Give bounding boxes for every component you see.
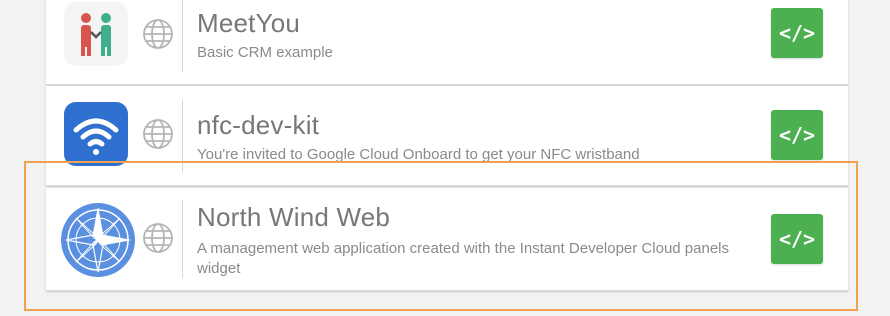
code-button[interactable]: </> (771, 214, 823, 264)
app-description: You're invited to Google Cloud Onboard t… (197, 145, 757, 165)
code-button[interactable]: </> (771, 110, 823, 160)
app-title[interactable]: MeetYou (197, 8, 300, 39)
app-description: Basic CRM example (197, 43, 757, 63)
app-title[interactable]: North Wind Web (197, 202, 390, 233)
app-card-nfc-dev-kit[interactable]: nfc-dev-kit You're invited to Google Clo… (46, 86, 848, 186)
globe-icon[interactable] (142, 118, 174, 150)
compass-rose-icon (60, 202, 136, 278)
globe-icon[interactable] (142, 18, 174, 50)
code-button[interactable]: </> (771, 8, 823, 58)
app-card-north-wind-web[interactable]: North Wind Web A management web applicat… (46, 188, 848, 291)
app-description: A management web application created wit… (197, 239, 757, 279)
app-card-meetyou[interactable]: MeetYou Basic CRM example </> (46, 0, 848, 85)
globe-icon[interactable] (142, 222, 174, 254)
app-title[interactable]: nfc-dev-kit (197, 110, 319, 141)
meetyou-people-icon (64, 2, 128, 66)
app-list-page: MeetYou Basic CRM example </> (0, 0, 890, 316)
divider (182, 0, 183, 72)
divider (182, 200, 183, 278)
divider (182, 100, 183, 172)
wifi-icon (64, 102, 128, 166)
